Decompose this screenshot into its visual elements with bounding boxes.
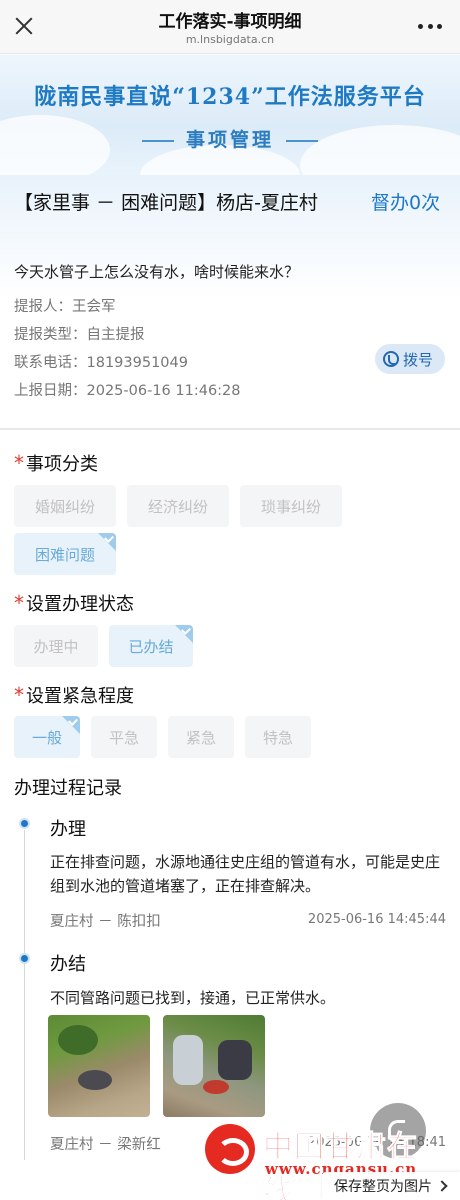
date-label: 上报日期： [14,383,87,399]
dial-button[interactable]: 拨号 [374,344,445,374]
status-title: * 设置办理状态 [14,591,134,615]
record-text: 不同管路问题已找到，接通，已正常供水。 [50,989,336,1007]
required-mark: * [14,683,24,707]
save-page-button[interactable]: 保存整页为图片 [322,1172,460,1200]
section-subtitle: 事项管理 [0,125,460,152]
status-option[interactable]: 办理中 [14,625,98,667]
category-title: * 事项分类 [14,451,98,475]
top-nav-bar: 工作落实-事项明细 m.lnsbigdata.cn [0,0,460,54]
type-label: 提报类型： [14,327,87,343]
urgency-option[interactable]: 紧急 [168,716,234,758]
phone-value: 18193951049 [86,355,188,371]
date-value: 2025-06-16 11:46:28 [86,383,241,399]
watermark-logo-icon [205,1124,255,1174]
status-option-selected[interactable]: 已办结 [109,625,193,667]
type-row: 提报类型：自主提报 [14,323,145,344]
dial-label: 拨号 [402,350,433,369]
phone-row: 联系电话：18193951049 [14,351,188,372]
submitter-label: 提报人： [14,299,72,315]
phone-label: 联系电话： [14,355,87,371]
save-page-label: 保存整页为图片 [334,1179,432,1195]
chevron-right-icon [436,1180,448,1192]
submitter-value: 王会军 [72,299,116,315]
supervise-count: 督办0次 [371,192,441,214]
record-handler: 夏庄村 － 陈扣扣 [50,914,161,930]
urgency-option[interactable]: 平急 [91,716,157,758]
submitter-row: 提报人：王会军 [14,295,116,316]
page-url: m.lnsbigdata.cn [185,33,275,46]
record-photo[interactable] [163,1015,265,1117]
item-info-card: 【家里事 － 困难问题】杨店-夏庄村 督办0次 今天水管子上怎么没有水，啥时候能… [0,175,460,425]
record-handler: 夏庄村 － 梁新红 [50,1137,161,1153]
category-option[interactable]: 经济纠纷 [127,485,229,527]
timeline-dot [19,953,30,964]
urgency-option-selected[interactable]: 一般 [14,716,80,758]
process-title: 办理过程记录 [14,778,122,799]
record-head: 办结 [50,954,86,975]
platform-banner: 陇南民事直说“1234”工作法服务平台 事项管理 [0,55,460,175]
record-head: 办理 [50,819,86,840]
category-option[interactable]: 琐事纠纷 [240,485,342,527]
category-option[interactable]: 婚姻纠纷 [14,485,116,527]
required-mark: * [14,451,24,475]
item-question: 今天水管子上怎么没有水，啥时候能来水？ [14,263,300,281]
phone-icon [382,351,399,367]
timeline-line [24,830,25,1160]
urgency-title: * 设置紧急程度 [14,683,134,707]
record-time: 2025-06-16 14:45:44 [307,912,446,927]
date-row: 上报日期：2025-06-16 11:46:28 [14,379,241,400]
timeline-dot [19,818,30,829]
category-option-selected[interactable]: 困难问题 [14,533,116,575]
page-title: 工作落实-事项明细 [158,12,302,32]
type-value: 自主提报 [86,327,145,343]
more-options-icon[interactable] [418,24,442,30]
urgency-option[interactable]: 特急 [245,716,311,758]
record-photo[interactable] [48,1015,150,1117]
record-text: 正在排查问题，水源地通往史庄组的管道有水，可能是史庄组到水池的管道堵塞了，正在排… [50,853,441,895]
required-mark: * [14,591,24,615]
item-title: 【家里事 － 困难问题】杨店-夏庄村 [14,192,318,214]
section-divider [0,428,460,430]
platform-name: 陇南民事直说“1234”工作法服务平台 [34,84,426,110]
